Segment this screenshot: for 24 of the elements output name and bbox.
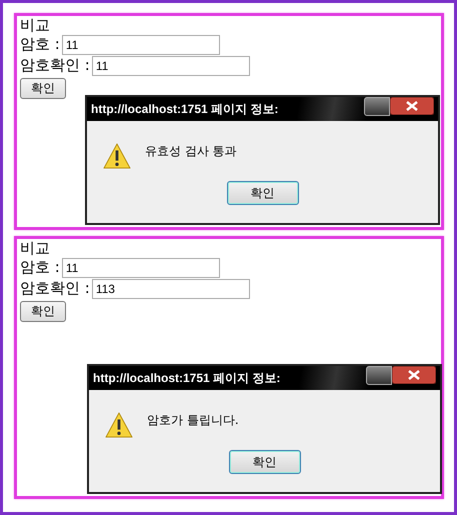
field-label: 암호 : xyxy=(20,258,60,277)
password-field[interactable]: 11 xyxy=(92,56,250,76)
dialog-message: 암호가 틀립니다. xyxy=(147,412,239,429)
ok-button[interactable]: 확인 xyxy=(226,181,298,205)
ok-button[interactable]: 확인 xyxy=(228,450,300,474)
warning-icon xyxy=(105,412,133,438)
confirm-button[interactable]: 확인 xyxy=(20,78,66,99)
form-heading: 비교 xyxy=(20,240,51,257)
password-field[interactable]: 11 xyxy=(62,34,220,54)
field-label: 암호확인 : xyxy=(20,56,90,75)
form-heading: 비교 xyxy=(20,17,51,34)
field-label: 암호 : xyxy=(20,35,60,54)
dialog-title: http://localhost:1751 페이지 정보: xyxy=(91,100,278,118)
dialog-message: 유효성 검사 통과 xyxy=(145,143,237,160)
close-icon[interactable] xyxy=(392,366,436,384)
minimize-button[interactable] xyxy=(364,97,390,116)
password-field[interactable]: 11 xyxy=(62,258,220,278)
field-label: 암호확인 : xyxy=(20,279,90,298)
warning-icon xyxy=(103,143,131,169)
dialog-title: http://localhost:1751 페이지 정보: xyxy=(93,370,280,386)
close-icon[interactable] xyxy=(390,97,434,115)
password-field[interactable]: 113 xyxy=(92,278,250,298)
minimize-button[interactable] xyxy=(366,366,392,385)
confirm-button[interactable]: 확인 xyxy=(20,301,66,322)
